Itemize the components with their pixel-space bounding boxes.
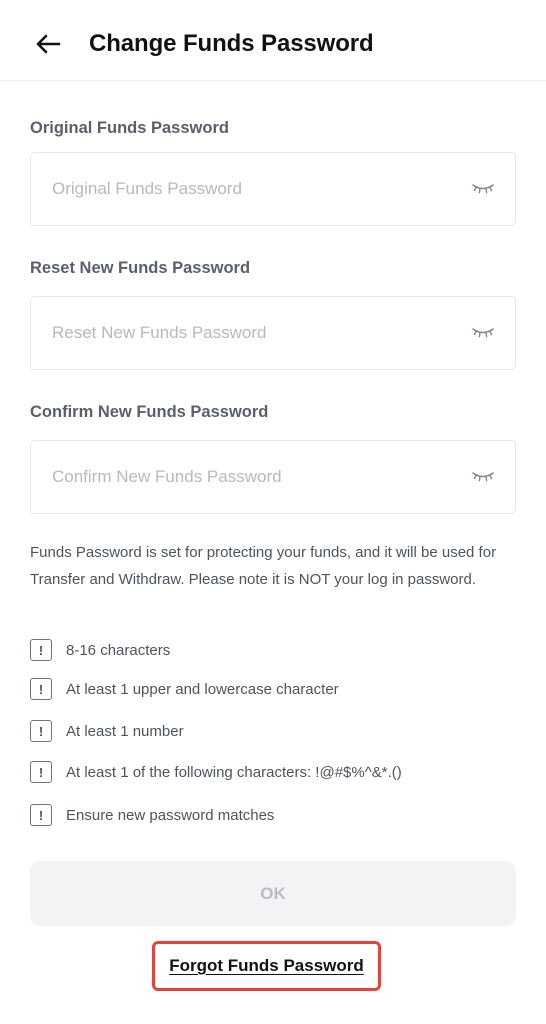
ok-button[interactable]: OK <box>30 861 516 926</box>
change-funds-password-page: Change Funds Password Original Funds Pas… <box>0 0 546 1024</box>
requirement-item: ! 8-16 characters <box>30 638 170 662</box>
requirement-item: ! At least 1 of the following characters… <box>30 760 402 784</box>
original-password-label: Original Funds Password <box>30 119 229 137</box>
eye-closed-icon <box>472 184 494 194</box>
requirement-item: ! Ensure new password matches <box>30 803 274 827</box>
exclamation-box-icon: ! <box>30 761 52 783</box>
requirement-text: At least 1 number <box>66 722 184 740</box>
funds-password-note: Funds Password is set for protecting you… <box>30 544 497 588</box>
highlight-frame: Forgot Funds Password <box>152 941 381 991</box>
arrow-left-icon <box>36 34 61 54</box>
page-title: Change Funds Password <box>89 30 374 57</box>
exclamation-box-icon: ! <box>30 639 52 661</box>
requirement-text: Ensure new password matches <box>66 806 275 824</box>
requirement-item: ! At least 1 upper and lowercase charact… <box>30 677 339 701</box>
new-password-label: Reset New Funds Password <box>30 259 251 277</box>
exclamation-box-icon: ! <box>30 720 52 742</box>
eye-closed-icon <box>472 328 494 338</box>
requirement-text: 8-16 characters <box>66 641 171 659</box>
exclamation-box-icon: ! <box>30 678 52 700</box>
original-password-input[interactable] <box>52 153 472 225</box>
new-password-field <box>30 296 516 370</box>
original-password-visibility-toggle[interactable] <box>471 180 495 198</box>
requirement-text: At least 1 of the following characters: … <box>66 763 402 781</box>
confirm-password-field <box>30 440 516 514</box>
requirement-text: At least 1 upper and lowercase character <box>66 680 339 698</box>
eye-closed-icon <box>472 472 494 482</box>
original-password-field <box>30 152 516 226</box>
confirm-password-visibility-toggle[interactable] <box>471 468 495 486</box>
back-button[interactable] <box>30 26 66 62</box>
new-password-visibility-toggle[interactable] <box>471 324 495 342</box>
requirement-item: ! At least 1 number <box>30 719 184 743</box>
header-bar: Change Funds Password <box>0 0 546 81</box>
confirm-password-label: Confirm New Funds Password <box>30 403 269 421</box>
forgot-funds-password-link[interactable]: Forgot Funds Password <box>155 944 378 988</box>
new-password-input[interactable] <box>52 297 472 369</box>
exclamation-box-icon: ! <box>30 804 52 826</box>
confirm-password-input[interactable] <box>52 441 472 513</box>
